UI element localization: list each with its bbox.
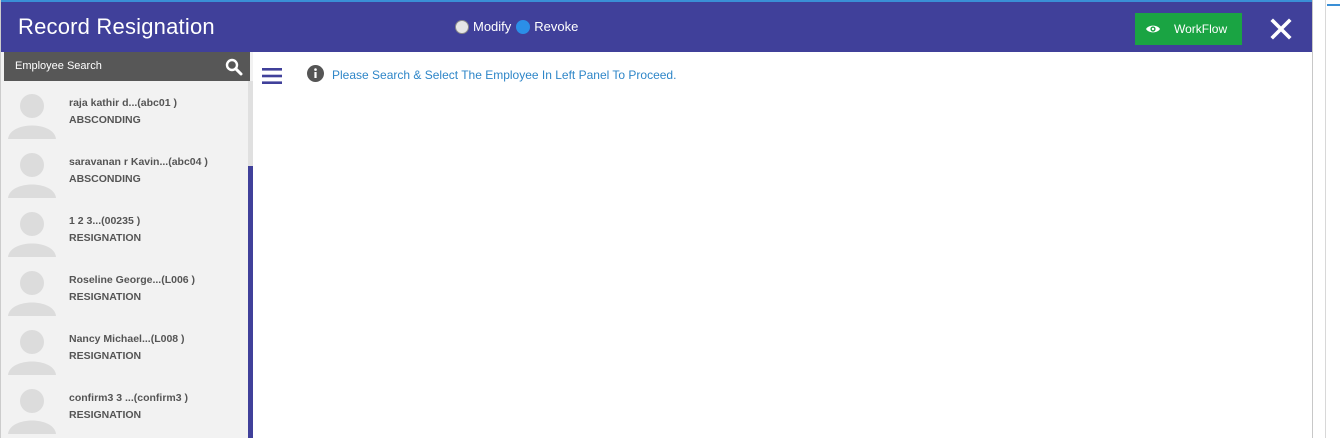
avatar [6,87,58,139]
employee-search-bar[interactable]: Employee Search [4,52,250,81]
close-icon[interactable] [1269,17,1293,41]
employee-list: raja kathir d...(abc01 ) ABSCONDING sara… [4,81,248,438]
revoke-radio[interactable] [516,19,531,34]
employee-name: confirm3 3 ...(confirm3 ) [69,392,189,404]
hamburger-menu-icon[interactable] [262,67,282,85]
employee-list-item[interactable]: confirm3 3 ...(confirm3 ) RESIGNATION [4,376,248,435]
employee-search-label: Employee Search [15,60,102,72]
employee-status: RESIGNATION [69,232,142,244]
header-bar: Record Resignation Modify Revoke WorkFlo… [1,0,1313,52]
page-title: Record Resignation [18,14,215,39]
record-resignation-window: Record Resignation Modify Revoke WorkFlo… [0,0,1313,438]
modify-radio-label[interactable]: Modify [473,19,511,34]
employee-name: Roseline George...(L006 ) [69,274,196,286]
employee-status: ABSCONDING [69,173,141,185]
employee-list-item[interactable]: Roseline George...(L006 ) RESIGNATION [4,258,248,317]
workflow-button-label: WorkFlow [1174,22,1228,36]
employee-status: ABSCONDING [69,114,141,126]
employee-sidebar: Employee Search raja kathir d...(abc01 )… [1,52,253,438]
employee-status: RESIGNATION [69,350,142,362]
employee-name: Nancy Michael...(L008 ) [69,333,185,345]
search-icon[interactable] [225,58,243,76]
eye-icon [1146,25,1160,33]
employee-status: RESIGNATION [69,291,142,303]
avatar [6,264,58,316]
modify-radio[interactable] [455,19,469,34]
employee-list-item[interactable]: Nancy Michael...(L008 ) RESIGNATION [4,317,248,376]
avatar [6,146,58,198]
adjacent-window-edge [1312,0,1340,438]
employee-list-item[interactable]: 1 2 3...(00235 ) RESIGNATION [4,199,248,258]
info-icon [307,65,324,82]
employee-name: saravanan r Kavin...(abc04 ) [69,156,208,168]
info-message: Please Search & Select The Employee In L… [332,68,677,82]
avatar [6,382,58,434]
avatar [6,323,58,375]
workflow-button[interactable]: WorkFlow [1135,13,1242,45]
employee-list-item[interactable]: saravanan r Kavin...(abc04 ) ABSCONDING [4,140,248,199]
employee-name: raja kathir d...(abc01 ) [69,97,177,109]
employee-status: RESIGNATION [69,409,142,421]
employee-name: 1 2 3...(00235 ) [69,215,141,227]
revoke-radio-label[interactable]: Revoke [534,19,578,34]
main-panel: Please Search & Select The Employee In L… [253,52,1313,438]
employee-list-item[interactable]: raja kathir d...(abc01 ) ABSCONDING [4,81,248,140]
avatar [6,205,58,257]
mode-radio-group: Modify Revoke [455,19,583,34]
